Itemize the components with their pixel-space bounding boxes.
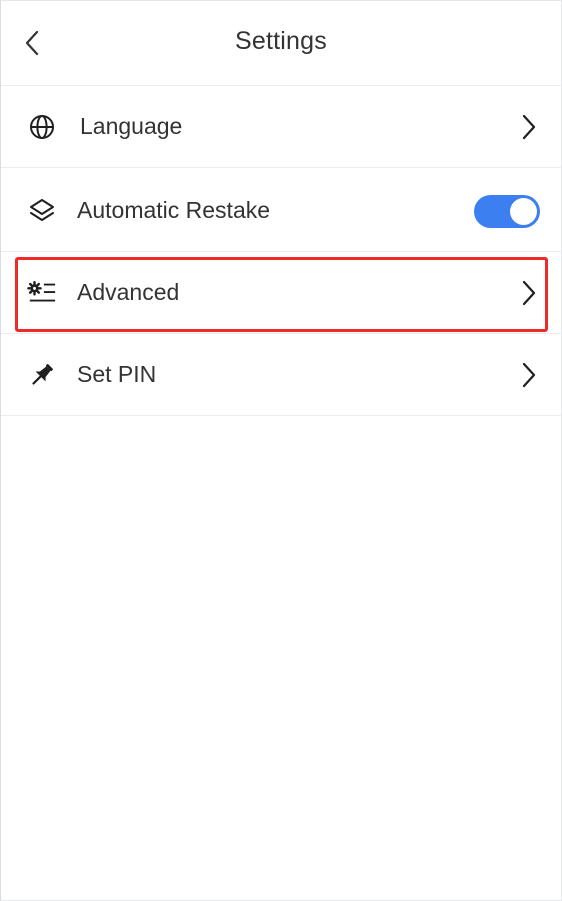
globe-icon (27, 112, 57, 142)
settings-item-language[interactable]: Language (1, 86, 561, 168)
pin-icon (27, 360, 57, 390)
settings-item-label: Set PIN (77, 361, 157, 387)
settings-item-advanced[interactable]: Advanced (1, 252, 561, 334)
automatic-restake-toggle[interactable] (474, 195, 540, 228)
settings-item-label: Advanced (77, 279, 180, 305)
settings-item-set-pin[interactable]: Set PIN (1, 334, 561, 416)
chevron-right-icon (517, 361, 541, 389)
chevron-right-icon (517, 279, 541, 307)
settings-item-automatic-restake: Automatic Restake (1, 170, 561, 252)
header-bar: Settings (1, 1, 561, 86)
page-title: Settings (235, 27, 327, 55)
toggle-knob (510, 198, 537, 225)
settings-item-label: Language (80, 113, 183, 139)
advanced-settings-icon (27, 278, 57, 308)
chevron-right-icon (517, 113, 541, 141)
settings-item-label: Automatic Restake (77, 197, 271, 223)
layers-icon (27, 196, 57, 226)
settings-screen: Settings Language Automatic Restake Adva… (0, 0, 562, 901)
